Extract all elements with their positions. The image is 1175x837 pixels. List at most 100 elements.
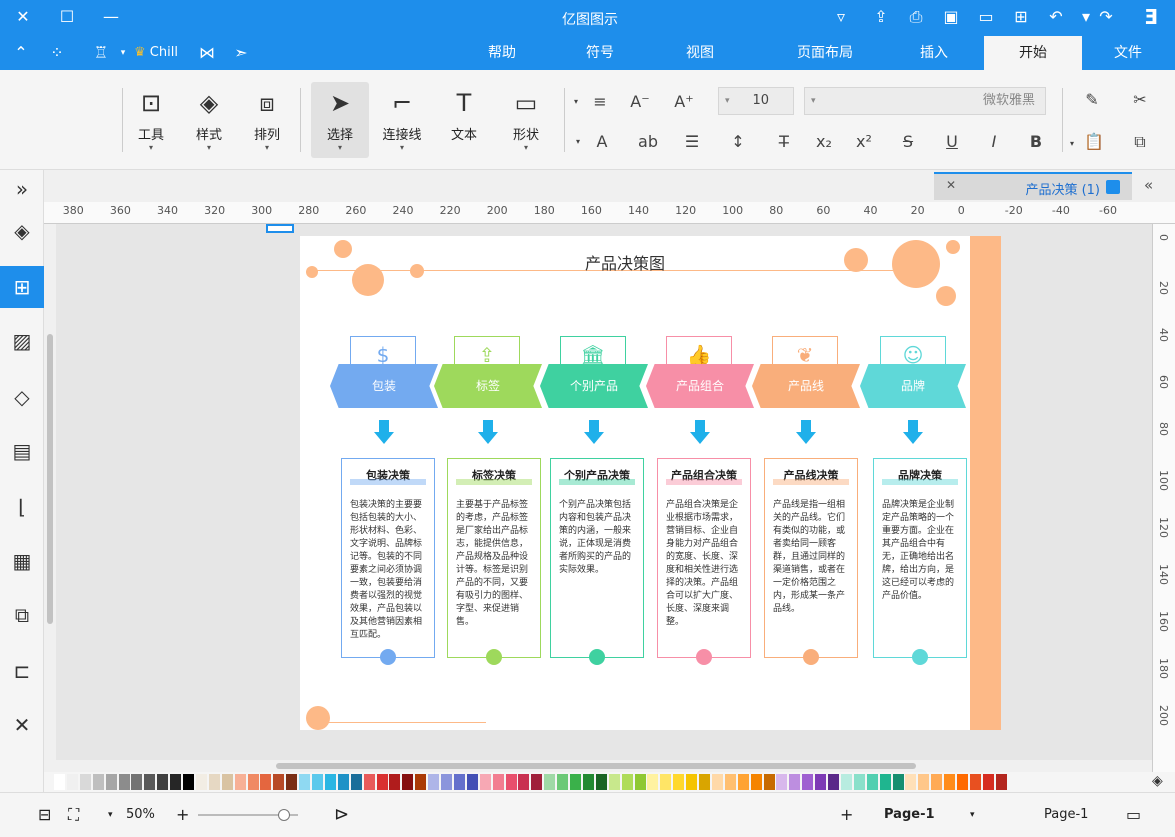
color-swatch[interactable]: [428, 774, 440, 790]
color-swatch[interactable]: [221, 774, 233, 790]
color-swatch[interactable]: [931, 774, 943, 790]
color-swatch[interactable]: [957, 774, 968, 790]
play-icon[interactable]: ⊳: [334, 803, 349, 827]
column-header[interactable]: 品牌: [860, 364, 966, 408]
shape-button[interactable]: ▭ 形状 ▾: [497, 82, 555, 158]
current-page-label[interactable]: Page-1: [884, 803, 935, 827]
color-swatch[interactable]: [144, 774, 156, 790]
collapse-ribbon-icon[interactable]: ⌃: [10, 42, 32, 64]
font-color-icon[interactable]: A: [590, 130, 614, 154]
select-button[interactable]: ➤ 选择 ▾: [311, 82, 369, 158]
fill-color-icon[interactable]: ◈: [1152, 773, 1163, 789]
page-tab-label[interactable]: Page-1: [1044, 803, 1088, 827]
chart-icon[interactable]: ⌊: [7, 492, 37, 522]
page-handle[interactable]: [266, 224, 294, 233]
bold-icon[interactable]: B: [1024, 130, 1048, 154]
color-swatch[interactable]: [582, 774, 594, 790]
decision-card[interactable]: 标签决策 主要基于产品标签的考虑，产品标签是厂家给出产品标志，能提供信息，产品规格…: [447, 458, 541, 665]
cut-icon[interactable]: ✂: [1128, 88, 1152, 112]
decision-card[interactable]: 产品线决策 产品线是指一组相关的产品线。它们有类似的功能，或者卖给同一顾客群，且通…: [764, 458, 858, 665]
color-swatch[interactable]: [389, 774, 401, 790]
font-size-select[interactable]: ▾ 10: [718, 87, 794, 115]
open-icon[interactable]: ▭: [975, 6, 997, 28]
zoom-dropdown-icon[interactable]: ▾: [108, 803, 113, 827]
color-swatch[interactable]: [92, 774, 104, 790]
color-swatch[interactable]: [995, 774, 1007, 790]
color-swatch[interactable]: [647, 774, 659, 790]
decrease-font-icon[interactable]: A⁻: [628, 90, 652, 114]
components-icon[interactable]: ⧉: [7, 600, 37, 630]
page-view-icon[interactable]: ▭: [1126, 803, 1141, 827]
color-swatch[interactable]: [466, 774, 478, 790]
color-swatch[interactable]: [312, 774, 323, 790]
copy-icon[interactable]: ⧉: [1128, 130, 1152, 154]
color-swatch[interactable]: [260, 774, 272, 790]
apps-icon[interactable]: ⁘: [46, 42, 68, 64]
color-swatch[interactable]: [183, 774, 194, 790]
color-swatch[interactable]: [750, 774, 762, 790]
color-swatch[interactable]: [324, 774, 336, 790]
color-swatch[interactable]: [157, 774, 169, 790]
underline-icon[interactable]: U: [940, 130, 964, 154]
tab-page-layout[interactable]: 页面布局: [770, 36, 880, 70]
save-icon[interactable]: ▣: [940, 6, 962, 28]
style-button[interactable]: ◈ 样式 ▾: [180, 82, 238, 158]
color-swatch[interactable]: [453, 774, 465, 790]
color-swatch[interactable]: [479, 774, 491, 790]
redo-icon[interactable]: ↷: [1095, 6, 1117, 28]
tab-home[interactable]: 开始: [984, 36, 1082, 70]
color-swatch[interactable]: [79, 774, 91, 790]
decision-card[interactable]: 个别产品决策 个别产品决策包括内容和包装产品决策的内涵，一般来说，正体现是消费者所…: [550, 458, 644, 665]
strikethrough-icon[interactable]: S: [896, 130, 920, 154]
fit-icon[interactable]: ✕: [7, 710, 37, 740]
customize-toolbar-icon[interactable]: ▿: [830, 6, 852, 28]
color-swatch[interactable]: [415, 774, 427, 790]
tab-help[interactable]: 帮助: [462, 36, 542, 70]
add-page-icon[interactable]: +: [840, 803, 853, 827]
minimize-window-icon[interactable]: —: [100, 6, 122, 28]
collapse-panel-icon[interactable]: «: [1144, 176, 1153, 194]
color-swatch[interactable]: [828, 774, 839, 790]
color-swatch[interactable]: [905, 774, 917, 790]
diagram-title[interactable]: 产品决策图: [540, 250, 710, 274]
color-swatch[interactable]: [570, 774, 581, 790]
close-icon[interactable]: ✕: [946, 178, 956, 192]
expand-panel-icon[interactable]: »: [7, 174, 37, 204]
tab-view[interactable]: 视图: [660, 36, 740, 70]
color-swatch[interactable]: [273, 774, 285, 790]
theme-icon[interactable]: ♖: [90, 42, 112, 64]
text-button[interactable]: T 文本: [435, 82, 493, 158]
color-swatch[interactable]: [518, 774, 530, 790]
image-icon[interactable]: ▨: [7, 326, 37, 356]
theme-dropdown-icon[interactable]: ▾: [112, 42, 134, 64]
column-header[interactable]: 包装: [330, 364, 438, 408]
color-swatch[interactable]: [879, 774, 891, 790]
symbol-library-icon[interactable]: ⊞: [0, 266, 44, 308]
line-spacing-icon[interactable]: ↕: [726, 130, 750, 154]
color-swatch[interactable]: [776, 774, 788, 790]
horizontal-scrollbar[interactable]: [56, 760, 1152, 772]
decision-card[interactable]: 包装决策 包装决策的主要要包括包装的大小、形状材料、色彩、文字说明、品牌标记等。包…: [341, 458, 435, 665]
color-swatch[interactable]: [131, 774, 143, 790]
column-header[interactable]: 产品组合: [646, 364, 754, 408]
color-swatch[interactable]: [299, 774, 311, 790]
zoom-in-icon[interactable]: +: [176, 803, 189, 827]
document-tab[interactable]: ✕ 产品决策 (1): [934, 172, 1132, 200]
color-swatch[interactable]: [557, 774, 569, 790]
color-swatch[interactable]: [544, 774, 556, 790]
color-swatch[interactable]: [634, 774, 646, 790]
color-swatch[interactable]: [66, 774, 78, 790]
fit-page-icon[interactable]: ⊟: [38, 803, 51, 827]
user-account[interactable]: ♛ Chill: [134, 43, 178, 63]
italic-icon[interactable]: I: [982, 130, 1006, 154]
color-swatch[interactable]: [54, 774, 65, 790]
color-swatch[interactable]: [982, 774, 994, 790]
color-swatch[interactable]: [918, 774, 930, 790]
color-swatch[interactable]: [234, 774, 246, 790]
color-swatch[interactable]: [892, 774, 904, 790]
bullets-icon[interactable]: ☰: [680, 130, 704, 154]
paste-icon[interactable]: 📋: [1082, 130, 1106, 154]
color-swatch[interactable]: [815, 774, 827, 790]
color-swatch[interactable]: [711, 774, 723, 790]
connector-button[interactable]: ⌐ 连接线 ▾: [373, 82, 431, 158]
